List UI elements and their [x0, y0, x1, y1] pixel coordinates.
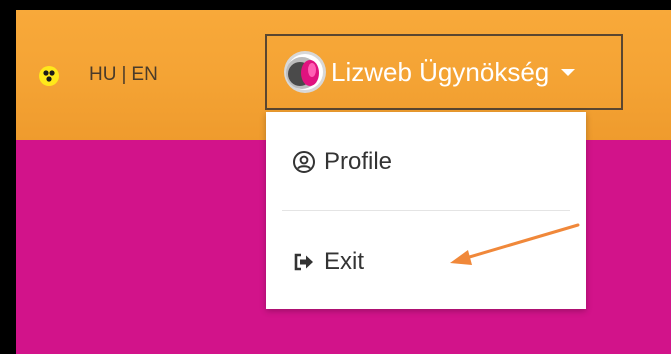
language-switcher: HU | EN [89, 62, 158, 88]
company-logo-icon [284, 51, 326, 93]
app-window: HU | EN Lizweb Ügynökség Profile Exit [16, 10, 671, 354]
menu-item-label: Exit [324, 248, 365, 275]
menu-item-profile[interactable]: Profile [266, 132, 586, 192]
chevron-down-icon [561, 68, 576, 76]
user-menu-toggle[interactable]: Lizweb Ügynökség [265, 34, 623, 110]
sign-out-icon [294, 253, 313, 271]
user-circle-icon [293, 151, 315, 173]
menu-item-label: Profile [324, 148, 393, 175]
language-en-link[interactable]: EN [131, 64, 157, 86]
language-separator: | [121, 64, 127, 85]
menu-divider [282, 210, 570, 211]
language-hu-link[interactable]: HU [89, 64, 116, 86]
accessibility-icon[interactable] [38, 65, 60, 87]
user-dropdown-menu: Profile Exit [266, 112, 586, 309]
user-name: Lizweb Ügynökség [331, 56, 550, 87]
menu-item-exit[interactable]: Exit [266, 232, 586, 292]
